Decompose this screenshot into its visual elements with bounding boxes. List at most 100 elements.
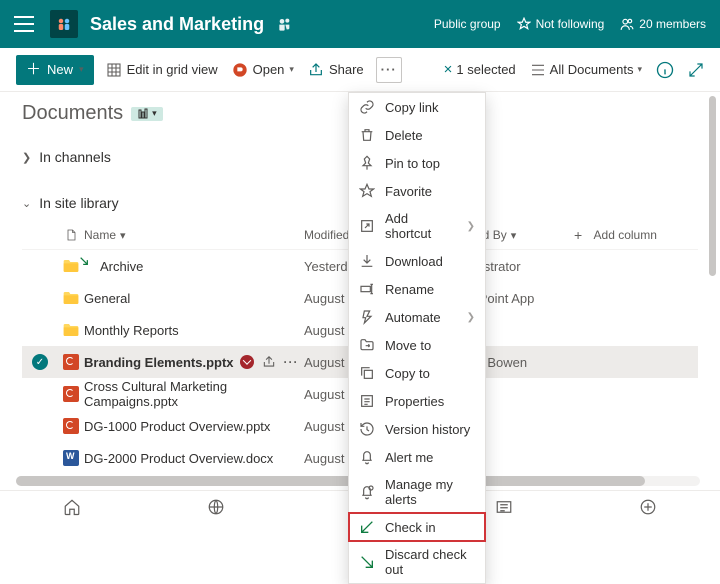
file-name[interactable]: Monthly Reports xyxy=(84,323,304,338)
chevron-down-icon: ▾ xyxy=(289,64,294,75)
open-button[interactable]: Open ▾ xyxy=(230,58,296,82)
view-chip[interactable]: ▾ xyxy=(131,107,163,121)
name-column-header[interactable]: Name▾ xyxy=(84,228,304,242)
doctype-column-header[interactable] xyxy=(58,228,84,242)
members-button[interactable]: 20 members xyxy=(620,17,706,31)
file-type-icon xyxy=(58,291,84,305)
menu-link[interactable]: Copy link xyxy=(349,93,485,121)
menu-label: Copy link xyxy=(385,100,438,115)
share-button[interactable]: Share xyxy=(306,58,366,82)
follow-button[interactable]: Not following xyxy=(517,17,605,31)
menu-checkin[interactable]: Check in xyxy=(349,513,485,541)
menu-trash[interactable]: Delete xyxy=(349,121,485,149)
menu-moveto[interactable]: Move to xyxy=(349,331,485,359)
alert-icon xyxy=(359,449,375,465)
file-name[interactable]: General xyxy=(84,291,304,306)
chevron-down-icon: ⌄ xyxy=(22,197,31,210)
menu-copyto[interactable]: Copy to xyxy=(349,359,485,387)
checkin-icon xyxy=(359,519,375,535)
home-icon[interactable] xyxy=(63,498,81,519)
file-type-icon xyxy=(58,386,84,402)
add-column-button[interactable]: + Add column xyxy=(574,227,684,243)
new-button[interactable]: ＋ New ▾ xyxy=(16,55,94,85)
menu-label: Delete xyxy=(385,128,423,143)
site-title[interactable]: Sales and Marketing xyxy=(90,14,264,35)
trash-icon xyxy=(359,127,375,143)
expand-icon[interactable] xyxy=(688,62,704,78)
selection-count[interactable]: × 1 selected xyxy=(444,61,516,78)
context-menu: Copy link Delete Pin to top Favorite Add sho… xyxy=(348,92,486,584)
menu-label: Version history xyxy=(385,422,470,437)
command-bar: ＋ New ▾ Edit in grid view Open ▾ Share ·… xyxy=(0,48,720,92)
menu-label: Manage my alerts xyxy=(385,477,475,507)
menu-label: Favorite xyxy=(385,184,432,199)
pin-icon xyxy=(359,155,375,171)
menu-star[interactable]: Favorite xyxy=(349,177,485,205)
view-selector[interactable]: All Documents ▾ xyxy=(530,62,642,78)
file-type-icon xyxy=(58,354,84,370)
more-actions-button[interactable]: ··· xyxy=(376,57,402,83)
menu-alert[interactable]: Alert me xyxy=(349,443,485,471)
discard-icon xyxy=(359,554,375,570)
chevron-right-icon: ❯ xyxy=(22,151,31,164)
news-icon[interactable] xyxy=(495,498,513,519)
info-icon[interactable] xyxy=(656,61,674,79)
plus-icon: ＋ xyxy=(26,62,41,77)
library-title: Documents xyxy=(22,102,123,125)
menu-automate[interactable]: Automate ❯ xyxy=(349,303,485,331)
chevron-down-icon: ▾ xyxy=(637,64,642,75)
teams-icon[interactable] xyxy=(276,16,292,32)
menu-label: Rename xyxy=(385,282,434,297)
menu-pin[interactable]: Pin to top xyxy=(349,149,485,177)
file-name[interactable]: Cross Cultural Marketing Campaigns.pptx xyxy=(84,379,304,409)
globe-icon[interactable] xyxy=(207,498,225,519)
suite-header: Sales and Marketing Public group Not fol… xyxy=(0,0,720,48)
waffle-menu-icon[interactable] xyxy=(14,16,34,32)
chevron-right-icon: ❯ xyxy=(467,312,475,323)
menu-discard[interactable]: Discard check out xyxy=(349,541,485,583)
menu-label: Automate xyxy=(385,310,441,325)
star-icon xyxy=(359,183,375,199)
menu-label: Download xyxy=(385,254,443,269)
site-logo[interactable] xyxy=(50,10,78,38)
edit-grid-view-button[interactable]: Edit in grid view xyxy=(104,58,220,82)
selected-check-icon[interactable]: ✓ xyxy=(32,354,48,370)
clear-selection-icon[interactable]: × xyxy=(444,61,453,78)
command-bar-right: × 1 selected All Documents ▾ xyxy=(444,61,704,79)
shortcut-icon xyxy=(359,218,375,234)
checked-out-badge xyxy=(240,355,254,369)
file-type-icon xyxy=(58,323,84,337)
file-name[interactable]: DG-1000 Product Overview.pptx xyxy=(84,419,304,434)
chevron-down-icon: ▾ xyxy=(79,64,84,75)
vertical-scrollbar[interactable] xyxy=(709,96,716,276)
menu-label: Add shortcut xyxy=(385,211,457,241)
file-name[interactable]: Branding Elements.pptx··· xyxy=(84,355,304,370)
menu-history[interactable]: Version history xyxy=(349,415,485,443)
chevron-right-icon: ❯ xyxy=(467,221,475,232)
menu-shortcut[interactable]: Add shortcut ❯ xyxy=(349,205,485,247)
file-type-icon xyxy=(58,450,84,466)
link-icon xyxy=(359,99,375,115)
props-icon xyxy=(359,393,375,409)
file-name[interactable]: DG-2000 Product Overview.docx xyxy=(84,451,304,466)
menu-download[interactable]: Download xyxy=(349,247,485,275)
share-icon[interactable] xyxy=(262,355,276,369)
row-more-icon[interactable]: ··· xyxy=(284,355,299,369)
menu-label: Properties xyxy=(385,394,444,409)
moveto-icon xyxy=(359,337,375,353)
menu-alerts[interactable]: Manage my alerts xyxy=(349,471,485,513)
menu-rename[interactable]: Rename xyxy=(349,275,485,303)
download-icon xyxy=(359,253,375,269)
rename-icon xyxy=(359,281,375,297)
copyto-icon xyxy=(359,365,375,381)
alerts-icon xyxy=(359,484,375,500)
menu-label: Alert me xyxy=(385,450,433,465)
file-type-icon xyxy=(58,418,84,434)
group-privacy-label[interactable]: Public group xyxy=(434,17,501,31)
menu-props[interactable]: Properties xyxy=(349,387,485,415)
add-icon[interactable] xyxy=(639,498,657,519)
file-name[interactable]: Archive xyxy=(84,259,304,274)
automate-icon xyxy=(359,309,375,325)
menu-label: Move to xyxy=(385,338,431,353)
menu-label: Copy to xyxy=(385,366,430,381)
